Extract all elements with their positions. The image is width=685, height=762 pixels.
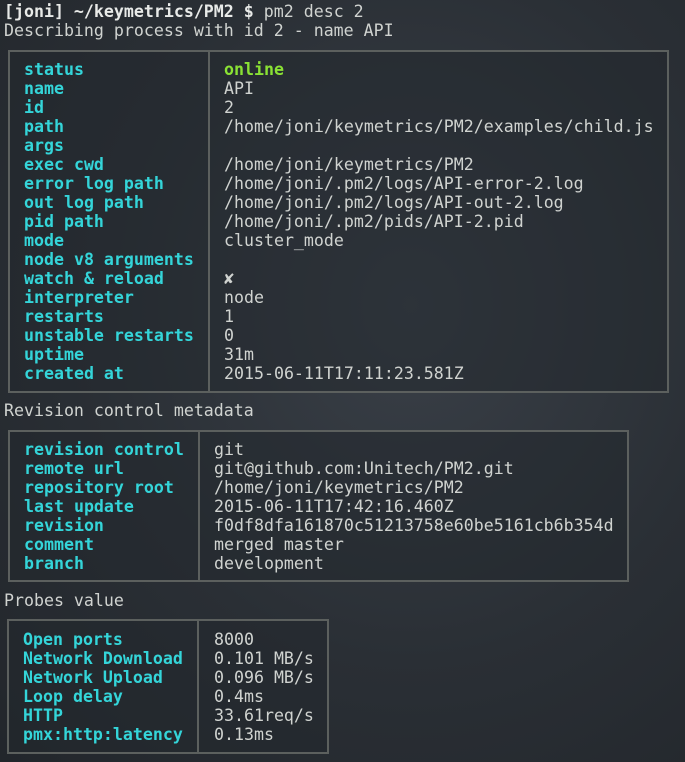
revision-field-key: comment xyxy=(24,535,94,554)
column-divider xyxy=(208,52,210,391)
process-field-key: id xyxy=(24,98,44,117)
probes-title: Probes value xyxy=(4,591,124,610)
revision-field-value: git xyxy=(214,440,244,459)
process-field-key: exec cwd xyxy=(24,155,104,174)
column-divider xyxy=(197,621,199,752)
process-table: status online name API id 2 path/home/joni/key… xyxy=(8,50,669,393)
probe-value: 8000 xyxy=(214,630,254,649)
process-field-value: cluster_mode xyxy=(224,231,344,250)
probe-key: Network Download xyxy=(23,649,183,668)
process-field-value: /home/joni/keymetrics/PM2/examples/child… xyxy=(224,117,654,136)
process-field-value: online xyxy=(224,60,284,79)
revision-field-key: branch xyxy=(24,554,84,573)
probe-value: 0.096 MB/s xyxy=(214,668,314,687)
process-field-value: 2 xyxy=(224,98,234,117)
process-field-key: path xyxy=(24,117,64,136)
revision-field-value: merged master xyxy=(214,535,344,554)
process-field-key: out log path xyxy=(24,193,144,212)
probe-key: pmx:http:latency xyxy=(23,725,183,744)
process-field-key: uptime xyxy=(24,345,84,364)
process-field-key: node v8 arguments xyxy=(24,250,194,269)
prompt-line: [joni] ~/keymetrics/PM2 $ pm2 desc 2 xyxy=(4,2,364,21)
revision-title: Revision control metadata xyxy=(4,401,254,420)
revision-field-key: last update xyxy=(24,497,134,516)
probes-table: Open ports 8000 Network Download 0.101 MB/s… xyxy=(7,619,329,754)
process-field-value: 2015-06-11T17:11:23.581Z xyxy=(224,364,464,383)
revision-field-value: 2015-06-11T17:42:16.460Z xyxy=(214,497,454,516)
probe-value: 0.4ms xyxy=(214,687,264,706)
revision-field-value: f0df8dfa161870c51213758e60be5161cb6b354d xyxy=(214,516,614,535)
process-field-key: restarts xyxy=(24,307,104,326)
probe-key: Open ports xyxy=(23,630,123,649)
revision-field-key: revision control xyxy=(24,440,184,459)
revision-table: revision control git remote url git@github.… xyxy=(8,430,629,582)
revision-field-value: /home/joni/keymetrics/PM2 xyxy=(214,478,464,497)
process-field-value: 1 xyxy=(224,307,234,326)
process-field-value: /home/joni/.pm2/logs/API-out-2.log xyxy=(224,193,564,212)
process-field-value: /home/joni/.pm2/logs/API-error-2.log xyxy=(224,174,584,193)
revision-field-value: git@github.com:Unitech/PM2.git xyxy=(214,459,514,478)
prompt: [joni] ~/keymetrics/PM2 $ xyxy=(4,2,254,21)
process-field-key: error log path xyxy=(24,174,164,193)
command: pm2 desc 2 xyxy=(253,2,364,21)
probe-value: 0.101 MB/s xyxy=(214,649,314,668)
revision-field-key: remote url xyxy=(24,459,124,478)
process-field-value: ✘ xyxy=(224,269,234,288)
process-field-key: created at xyxy=(24,364,124,383)
revision-field-value: development xyxy=(214,554,324,573)
process-field-key: pid path xyxy=(24,212,104,231)
process-field-key: status xyxy=(24,60,84,79)
probe-value: 33.61req/s xyxy=(214,706,314,725)
process-field-key: args xyxy=(24,136,64,155)
process-field-key: name xyxy=(24,79,64,98)
revision-field-key: repository root xyxy=(24,478,174,497)
revision-field-key: revision xyxy=(24,516,104,535)
process-field-key: interpreter xyxy=(24,288,134,307)
probe-value: 0.13ms xyxy=(214,725,274,744)
probe-key: Loop delay xyxy=(23,687,123,706)
process-field-value: node xyxy=(224,288,264,307)
process-field-value: /home/joni/.pm2/pids/API-2.pid xyxy=(224,212,524,231)
process-field-value: 0 xyxy=(224,326,234,345)
probe-key: Network Upload xyxy=(23,668,163,687)
probe-key: HTTP xyxy=(23,706,63,725)
process-field-key: watch & reload xyxy=(24,269,164,288)
process-field-key: mode xyxy=(24,231,64,250)
process-field-value: 31m xyxy=(224,345,254,364)
process-field-value: /home/joni/keymetrics/PM2 xyxy=(224,155,474,174)
describing-text: Describing process with id 2 - name API xyxy=(4,21,394,40)
process-field-key: unstable restarts xyxy=(24,326,194,345)
process-field-value: API xyxy=(224,79,254,98)
column-divider xyxy=(198,432,200,580)
